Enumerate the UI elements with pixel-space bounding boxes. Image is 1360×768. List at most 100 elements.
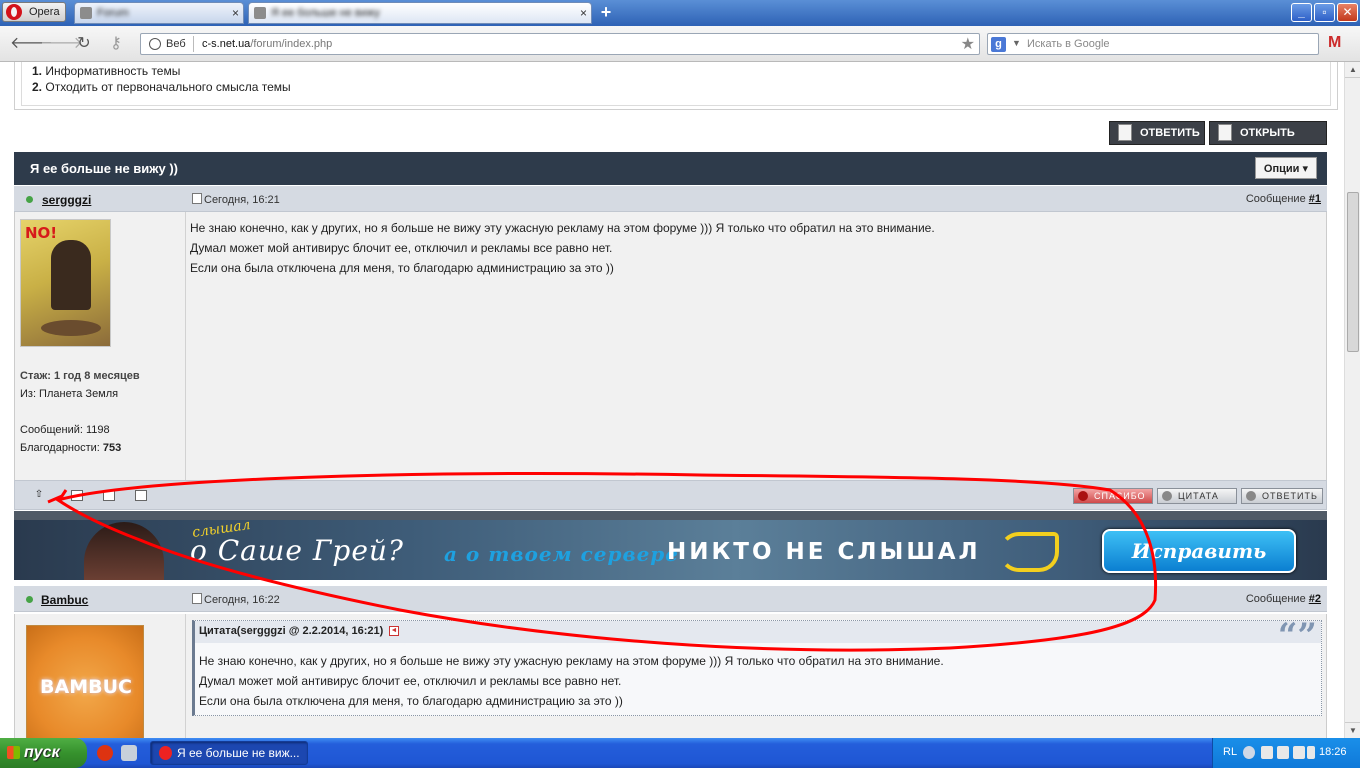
- taskbar-opera-window[interactable]: Я ее больше не виж...: [150, 741, 308, 765]
- tray-back-icon[interactable]: [1243, 746, 1255, 759]
- google-icon[interactable]: g: [991, 37, 1006, 52]
- thanks-label: Благодарности:: [20, 442, 103, 454]
- close-tab-icon[interactable]: ×: [580, 6, 587, 20]
- back-arrow-icon[interactable]: 🡐: [10, 34, 53, 54]
- close-tab-icon[interactable]: ×: [232, 6, 239, 20]
- page-favicon-icon: [80, 7, 92, 19]
- quote-source-link-icon[interactable]: ◄: [389, 626, 399, 636]
- tab-active-thread[interactable]: Я ее больше не вижу ×: [248, 2, 592, 24]
- post-text: Не знаю конечно, как у других, но я боль…: [190, 218, 935, 278]
- online-status-icon: [26, 596, 33, 603]
- url-host: c-s.net.ua: [202, 38, 251, 50]
- post-header: sergggzi Сегодня, 16:21 Сообщение #1: [14, 186, 1327, 212]
- forward-arrow-icon[interactable]: 🡒: [40, 34, 83, 54]
- maximize-button[interactable]: ▫: [1314, 3, 1335, 22]
- url-path: /forum/index.php: [250, 38, 333, 50]
- rules-list: 1. Информативность темы 2. Отходить от п…: [32, 63, 291, 95]
- new-topic-button[interactable]: ОТКРЫТЬ ТЕМУ: [1209, 121, 1327, 161]
- gmail-icon[interactable]: M: [1328, 35, 1348, 51]
- new-topic-page-icon: [1218, 124, 1232, 141]
- thanks-button[interactable]: СПАСИБО: [1073, 488, 1153, 504]
- author-location: Из: Планета Земля: [20, 388, 119, 400]
- thread-header: Я ее больше не вижу )) Опции ▾: [14, 152, 1327, 185]
- start-label: пуск: [24, 744, 60, 761]
- options-dropdown[interactable]: Опции ▾: [1254, 157, 1317, 179]
- address-bar[interactable]: Веб c-s.net.ua/forum/index.php ★: [140, 33, 980, 55]
- banner-fix-button[interactable]: Исправить: [1102, 529, 1296, 573]
- post-footer: ⇧ СПАСИБО ЦИТАТА ОТВЕТИТЬ: [14, 480, 1327, 510]
- post-permalink[interactable]: #2: [1309, 593, 1321, 605]
- post-date: Сегодня, 16:22: [192, 593, 280, 606]
- search-engine-dropdown-icon[interactable]: ▼: [1012, 38, 1021, 48]
- tray-network-icon[interactable]: [1277, 746, 1289, 759]
- banner-ad[interactable]: слышал о Саше Грей? а о твоем сервере НИ…: [14, 520, 1327, 580]
- quote-button[interactable]: ЦИТАТА: [1157, 488, 1237, 504]
- opera-menu-button[interactable]: Opera: [2, 2, 66, 22]
- author-post-count: Сообщений: 1198: [20, 424, 110, 436]
- private-message-icon[interactable]: [135, 490, 147, 501]
- tab-forum[interactable]: Forum ×: [74, 2, 244, 24]
- profile-card-icon[interactable]: [103, 490, 115, 501]
- address-url[interactable]: c-s.net.ua/forum/index.php: [202, 38, 332, 50]
- browser-tab-bar: Opera Forum × Я ее больше не вижу × + _ …: [0, 0, 1360, 26]
- opera-quicklaunch-icon[interactable]: [97, 745, 113, 761]
- scroll-top-arrow-icon[interactable]: ⇧: [33, 490, 45, 501]
- key-icon[interactable]: ⚷: [106, 34, 126, 54]
- browser-toolbar: 🡐 🡒 ↻ ⚷ Веб c-s.net.ua/forum/index.php ★…: [0, 26, 1360, 62]
- page-content: 1. Информативность темы 2. Отходить от п…: [0, 62, 1344, 738]
- banner-nobody-text: НИКТО НЕ СЛЫШАЛ: [667, 539, 981, 565]
- thread-title: Я ее больше не вижу )): [30, 161, 178, 176]
- page-scrollbar[interactable]: ▲ ▼: [1344, 62, 1360, 738]
- minimize-button[interactable]: _: [1291, 3, 1312, 22]
- quote-author: Цитата(sergggzi @ 2.2.2014, 16:21): [199, 625, 384, 637]
- rule-number: 2.: [32, 80, 43, 94]
- tab-title: Forum: [97, 7, 129, 19]
- post-author-link[interactable]: Bambuc: [41, 593, 88, 607]
- post-permalink[interactable]: #1: [1309, 193, 1321, 205]
- rule-number: 1.: [32, 64, 43, 78]
- report-icon[interactable]: [71, 490, 83, 501]
- quote-line: Если она была отключена для меня, то бла…: [199, 694, 623, 708]
- tray-volume-icon[interactable]: [1307, 746, 1315, 759]
- rule-item: 2. Отходить от первоначального смысла те…: [32, 79, 291, 95]
- quote-block: Цитата(sergggzi @ 2.2.2014, 16:21) ◄ “” …: [192, 619, 1322, 716]
- search-field[interactable]: g ▼ Искать в Google: [987, 33, 1319, 55]
- reply-button[interactable]: ОТВЕТИТЬ: [1109, 121, 1205, 145]
- scroll-down-icon[interactable]: ▼: [1345, 722, 1360, 738]
- avatar[interactable]: NO!: [20, 219, 111, 347]
- tray-monitor-icon[interactable]: [1293, 746, 1305, 759]
- reload-icon[interactable]: ↻: [74, 34, 94, 54]
- rule-item: 1. Информативность темы: [32, 63, 291, 79]
- quote-text: Не знаю конечно, как у других, но я боль…: [199, 651, 944, 711]
- opera-icon: [159, 746, 172, 760]
- globe-icon: [149, 38, 161, 50]
- forum-rules-box: 1. Информативность темы 2. Отходить от п…: [14, 62, 1338, 110]
- author-sidebar: NO! Стаж: 1 год 8 месяцев Из: Планета Зе…: [15, 212, 186, 480]
- avatar[interactable]: BAMBUC: [26, 625, 144, 738]
- address-separator: [193, 36, 194, 52]
- forum-rules-inner: 1. Информативность темы 2. Отходить от п…: [21, 62, 1331, 106]
- network-quicklaunch-icon[interactable]: [121, 745, 137, 761]
- thanks-value: 753: [102, 442, 122, 454]
- bookmark-star-icon[interactable]: ★: [961, 34, 975, 54]
- thanks-button-label: СПАСИБО: [1094, 491, 1146, 501]
- close-window-button[interactable]: ✕: [1337, 3, 1358, 22]
- opera-menu-label: Opera: [29, 6, 60, 18]
- scrollbar-thumb[interactable]: [1347, 192, 1359, 352]
- reply-button-label: ОТВЕТИТЬ: [1140, 127, 1200, 139]
- rule-text: Отходить от первоначального смысла темы: [45, 80, 291, 94]
- tray-doc-icon[interactable]: [1261, 746, 1273, 759]
- banner-photo: [84, 522, 164, 580]
- avatar-text: BAMBUC: [40, 676, 132, 698]
- post-reply-button[interactable]: ОТВЕТИТЬ: [1241, 488, 1323, 504]
- language-indicator[interactable]: RL: [1223, 746, 1237, 758]
- windows-logo-icon: [7, 746, 20, 759]
- start-button[interactable]: пуск: [0, 738, 87, 768]
- scroll-up-icon[interactable]: ▲: [1345, 62, 1360, 78]
- author-thanks: Благодарности: 753: [20, 442, 121, 454]
- avatar-plate: [41, 320, 101, 336]
- post-number: Сообщение #2: [1246, 593, 1321, 605]
- new-tab-button[interactable]: +: [596, 2, 616, 22]
- quote-button-label: ЦИТАТА: [1178, 491, 1219, 501]
- post-author-link[interactable]: sergggzi: [42, 193, 91, 207]
